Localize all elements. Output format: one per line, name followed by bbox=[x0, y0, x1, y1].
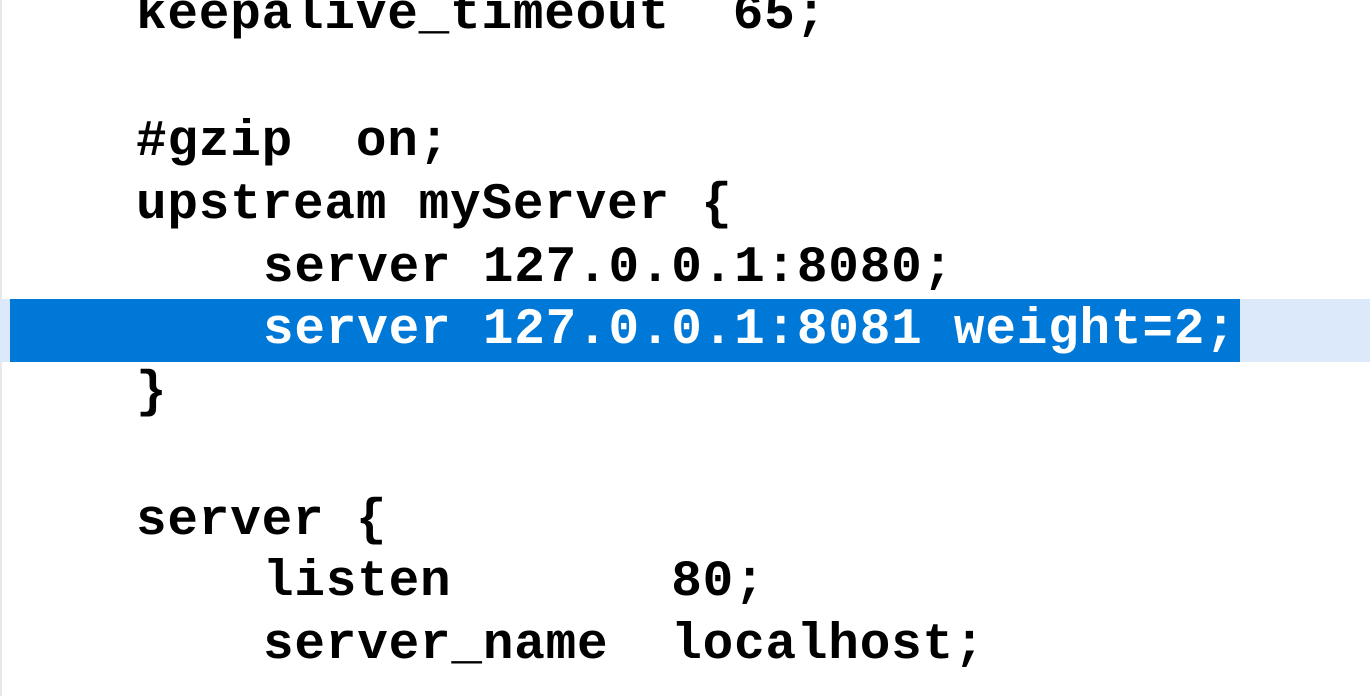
code-text: listen 80; bbox=[263, 554, 766, 611]
code-line-server-name[interactable]: server_name localhost; bbox=[0, 614, 1370, 677]
code-line-listen[interactable]: listen 80; bbox=[0, 551, 1370, 614]
code-line-server-8081-selected[interactable]: server 127.0.0.1:8081 weight=2; bbox=[0, 299, 1370, 362]
code-text: keepalive_timeout 65; bbox=[136, 0, 827, 44]
code-text: server 127.0.0.1:8080; bbox=[263, 240, 954, 297]
code-line-upstream[interactable]: upstream myServer { bbox=[0, 174, 1370, 237]
code-text: #gzip on; bbox=[136, 114, 451, 171]
code-line-close-brace[interactable]: } bbox=[0, 362, 1370, 425]
code-line-server-8080[interactable]: server 127.0.0.1:8080; bbox=[0, 237, 1370, 300]
code-line-keepalive[interactable]: keepalive_timeout 65; bbox=[0, 0, 1370, 47]
code-text: server_name localhost; bbox=[263, 617, 986, 674]
selected-code-text: server 127.0.0.1:8081 weight=2; bbox=[263, 302, 1237, 359]
code-line-server-block[interactable]: server { bbox=[0, 490, 1370, 553]
code-line-blank[interactable] bbox=[0, 47, 1370, 110]
code-editor[interactable]: keepalive_timeout 65; #gzip on; upstream… bbox=[0, 0, 1370, 696]
code-line-blank[interactable] bbox=[0, 425, 1370, 488]
code-text: server { bbox=[136, 493, 388, 550]
code-line-gzip[interactable]: #gzip on; bbox=[0, 111, 1370, 174]
code-text: upstream myServer { bbox=[136, 177, 733, 234]
code-text: } bbox=[136, 365, 168, 422]
